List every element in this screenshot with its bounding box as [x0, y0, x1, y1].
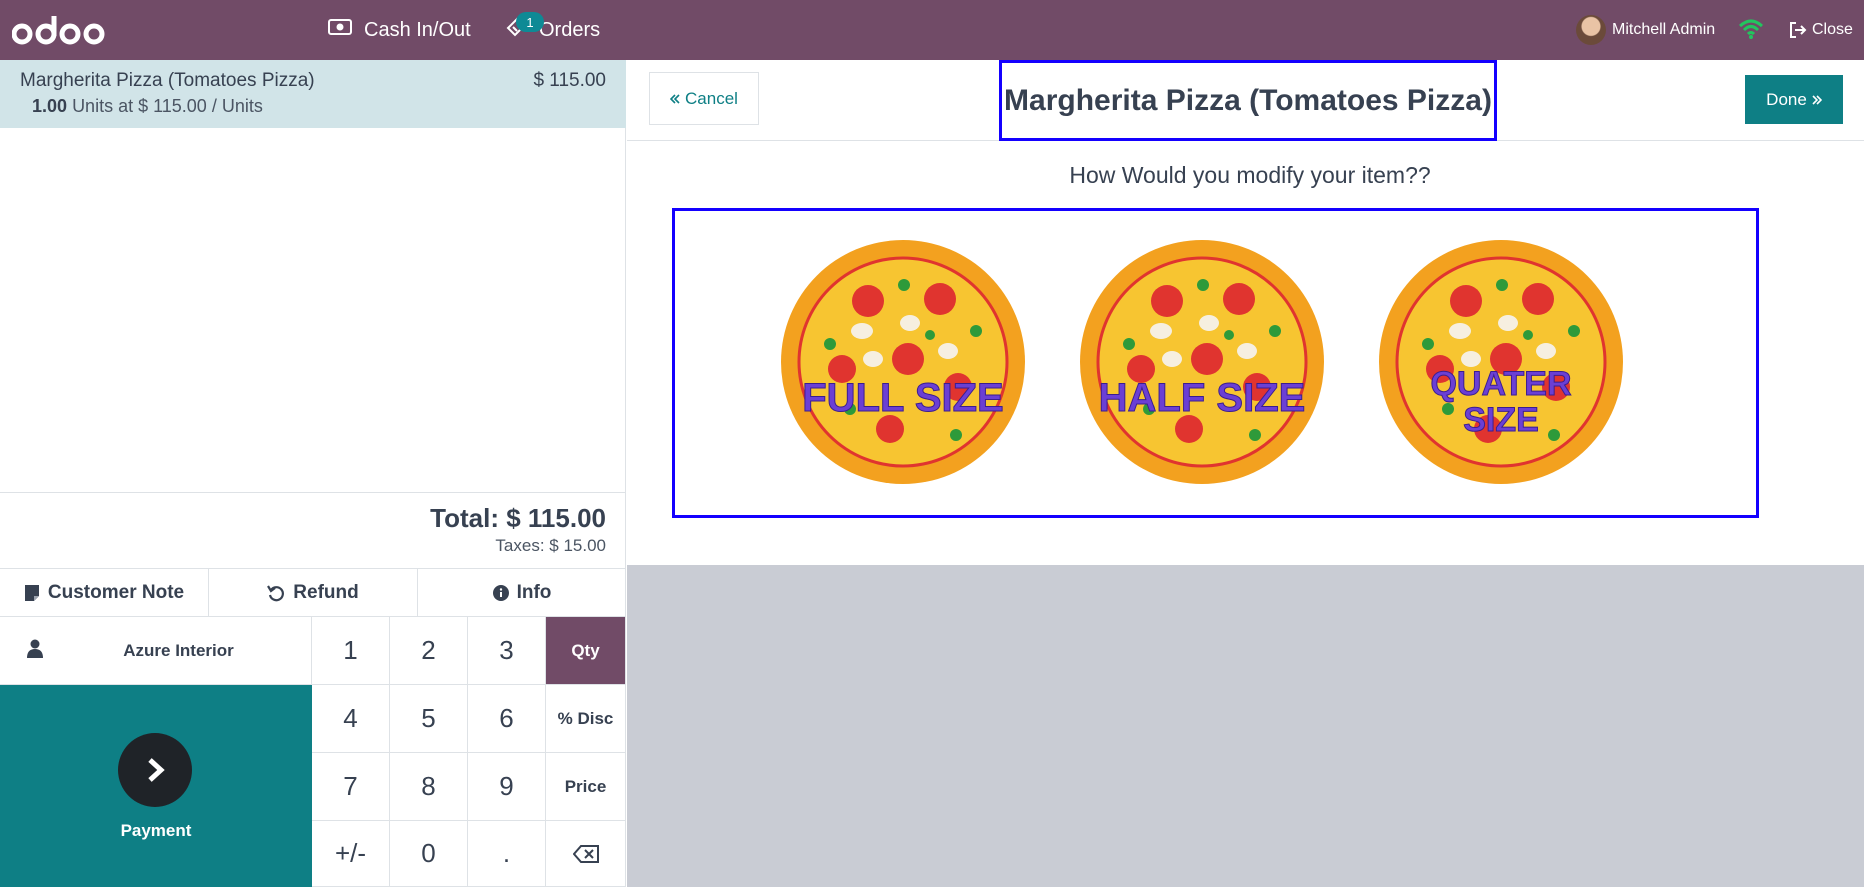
order-line-unit-info: Units at $ 115.00 / Units [72, 96, 263, 116]
orders-count-badge: 1 [516, 12, 544, 32]
customer-note-button[interactable]: Customer Note [0, 569, 209, 616]
cash-in-out-label: Cash In/Out [364, 18, 471, 41]
numpad-key-6[interactable]: 6 [468, 685, 546, 753]
numpad: 1 2 3 Qty 4 5 6 % Disc 7 8 9 Price +/- 0… [312, 617, 626, 887]
customer-name: Azure Interior [123, 640, 234, 660]
numpad-key-7[interactable]: 7 [312, 753, 390, 821]
user-icon [26, 639, 44, 664]
popup-title: Margherita Pizza (Tomatoes Pizza) [999, 60, 1497, 141]
user-name: Mitchell Admin [1612, 21, 1716, 38]
numpad-key-dot[interactable]: . [468, 821, 546, 887]
numpad-key-2[interactable]: 2 [390, 617, 468, 685]
close-label: Close [1812, 21, 1853, 38]
numpad-key-0[interactable]: 0 [390, 821, 468, 887]
option-quarter-size[interactable]: QUATER SIZE [1377, 238, 1625, 486]
chevron-right-icon [118, 733, 192, 807]
numpad-key-5[interactable]: 5 [390, 685, 468, 753]
numpad-key-8[interactable]: 8 [390, 753, 468, 821]
order-taxes: Taxes: $ 15.00 [495, 536, 606, 555]
double-chevron-left-icon [670, 93, 680, 104]
pizza-image: FULL SIZE [779, 238, 1027, 486]
odoo-logo[interactable] [12, 12, 112, 48]
refund-button[interactable]: Refund [209, 569, 418, 616]
cash-in-out-button[interactable]: Cash In/Out [328, 0, 471, 60]
done-label: Done [1766, 89, 1807, 109]
popup-header: Cancel Margherita Pizza (Tomatoes Pizza)… [627, 60, 1864, 141]
done-button[interactable]: Done [1745, 75, 1843, 124]
refund-label: Refund [293, 581, 359, 603]
option-half-size[interactable]: HALF SIZE [1078, 238, 1326, 486]
payment-button[interactable]: Payment [0, 685, 312, 887]
info-icon [492, 584, 509, 601]
user-menu[interactable]: Mitchell Admin [1576, 12, 1715, 48]
order-line-product: Margherita Pizza (Tomatoes Pizza) [20, 70, 315, 91]
product-screen-backdrop: Cancel Margherita Pizza (Tomatoes Pizza)… [627, 60, 1864, 887]
numpad-key-1[interactable]: 1 [312, 617, 390, 685]
double-chevron-right-icon [1812, 94, 1822, 105]
numpad-mode-discount[interactable]: % Disc [546, 685, 626, 753]
numpad-key-3[interactable]: 3 [468, 617, 546, 685]
numpad-mode-qty[interactable]: Qty [546, 617, 626, 685]
product-configurator-popup: Cancel Margherita Pizza (Tomatoes Pizza)… [627, 60, 1864, 565]
pizza-image: QUATER SIZE [1377, 238, 1625, 486]
option-full-size[interactable]: FULL SIZE [779, 238, 1027, 486]
option-label: FULL SIZE [802, 376, 1003, 420]
top-bar: Cash In/Out Orders 1 Mitchell Admin Clos… [0, 0, 1864, 60]
numpad-backspace[interactable] [546, 821, 626, 887]
numpad-key-4[interactable]: 4 [312, 685, 390, 753]
control-buttons: Customer Note Refund Info [0, 568, 626, 617]
numpad-key-9[interactable]: 9 [468, 753, 546, 821]
order-line-qty: 1.00 [32, 96, 68, 116]
close-button[interactable]: Close [1788, 0, 1853, 60]
money-icon [328, 18, 352, 42]
customer-note-label: Customer Note [47, 581, 185, 603]
order-line[interactable]: Margherita Pizza (Tomatoes Pizza) $ 115.… [0, 60, 626, 128]
size-options: FULL SIZE HALF SIZE QUATER SIZE [672, 208, 1759, 518]
order-panel: Margherita Pizza (Tomatoes Pizza) $ 115.… [0, 60, 626, 887]
order-total: Total: $ 115.00 [430, 503, 606, 533]
attribute-question: How Would you modify your item?? [1069, 162, 1431, 188]
order-summary: Total: $ 115.00 Taxes: $ 15.00 [0, 492, 626, 568]
pizza-image: HALF SIZE [1078, 238, 1326, 486]
info-label: Info [516, 581, 552, 603]
customer-button[interactable]: Azure Interior [0, 617, 312, 685]
avatar [1576, 15, 1606, 45]
note-icon [24, 584, 40, 602]
orders-label: Orders [539, 18, 601, 41]
backspace-icon [572, 844, 599, 863]
payment-label: Payment [120, 821, 192, 840]
order-line-price: $ 115.00 [533, 70, 606, 91]
option-label: HALF SIZE [1099, 376, 1306, 420]
wifi-icon [1738, 19, 1764, 39]
numpad-mode-price[interactable]: Price [546, 753, 626, 821]
cancel-label: Cancel [685, 88, 738, 108]
cancel-button[interactable]: Cancel [649, 72, 759, 125]
order-line-detail: 1.00 Units at $ 115.00 / Units [32, 96, 606, 117]
sign-out-icon [1788, 21, 1808, 39]
numpad-key-plus-minus[interactable]: +/- [312, 821, 390, 887]
info-button[interactable]: Info [418, 569, 626, 616]
undo-icon [267, 584, 285, 602]
